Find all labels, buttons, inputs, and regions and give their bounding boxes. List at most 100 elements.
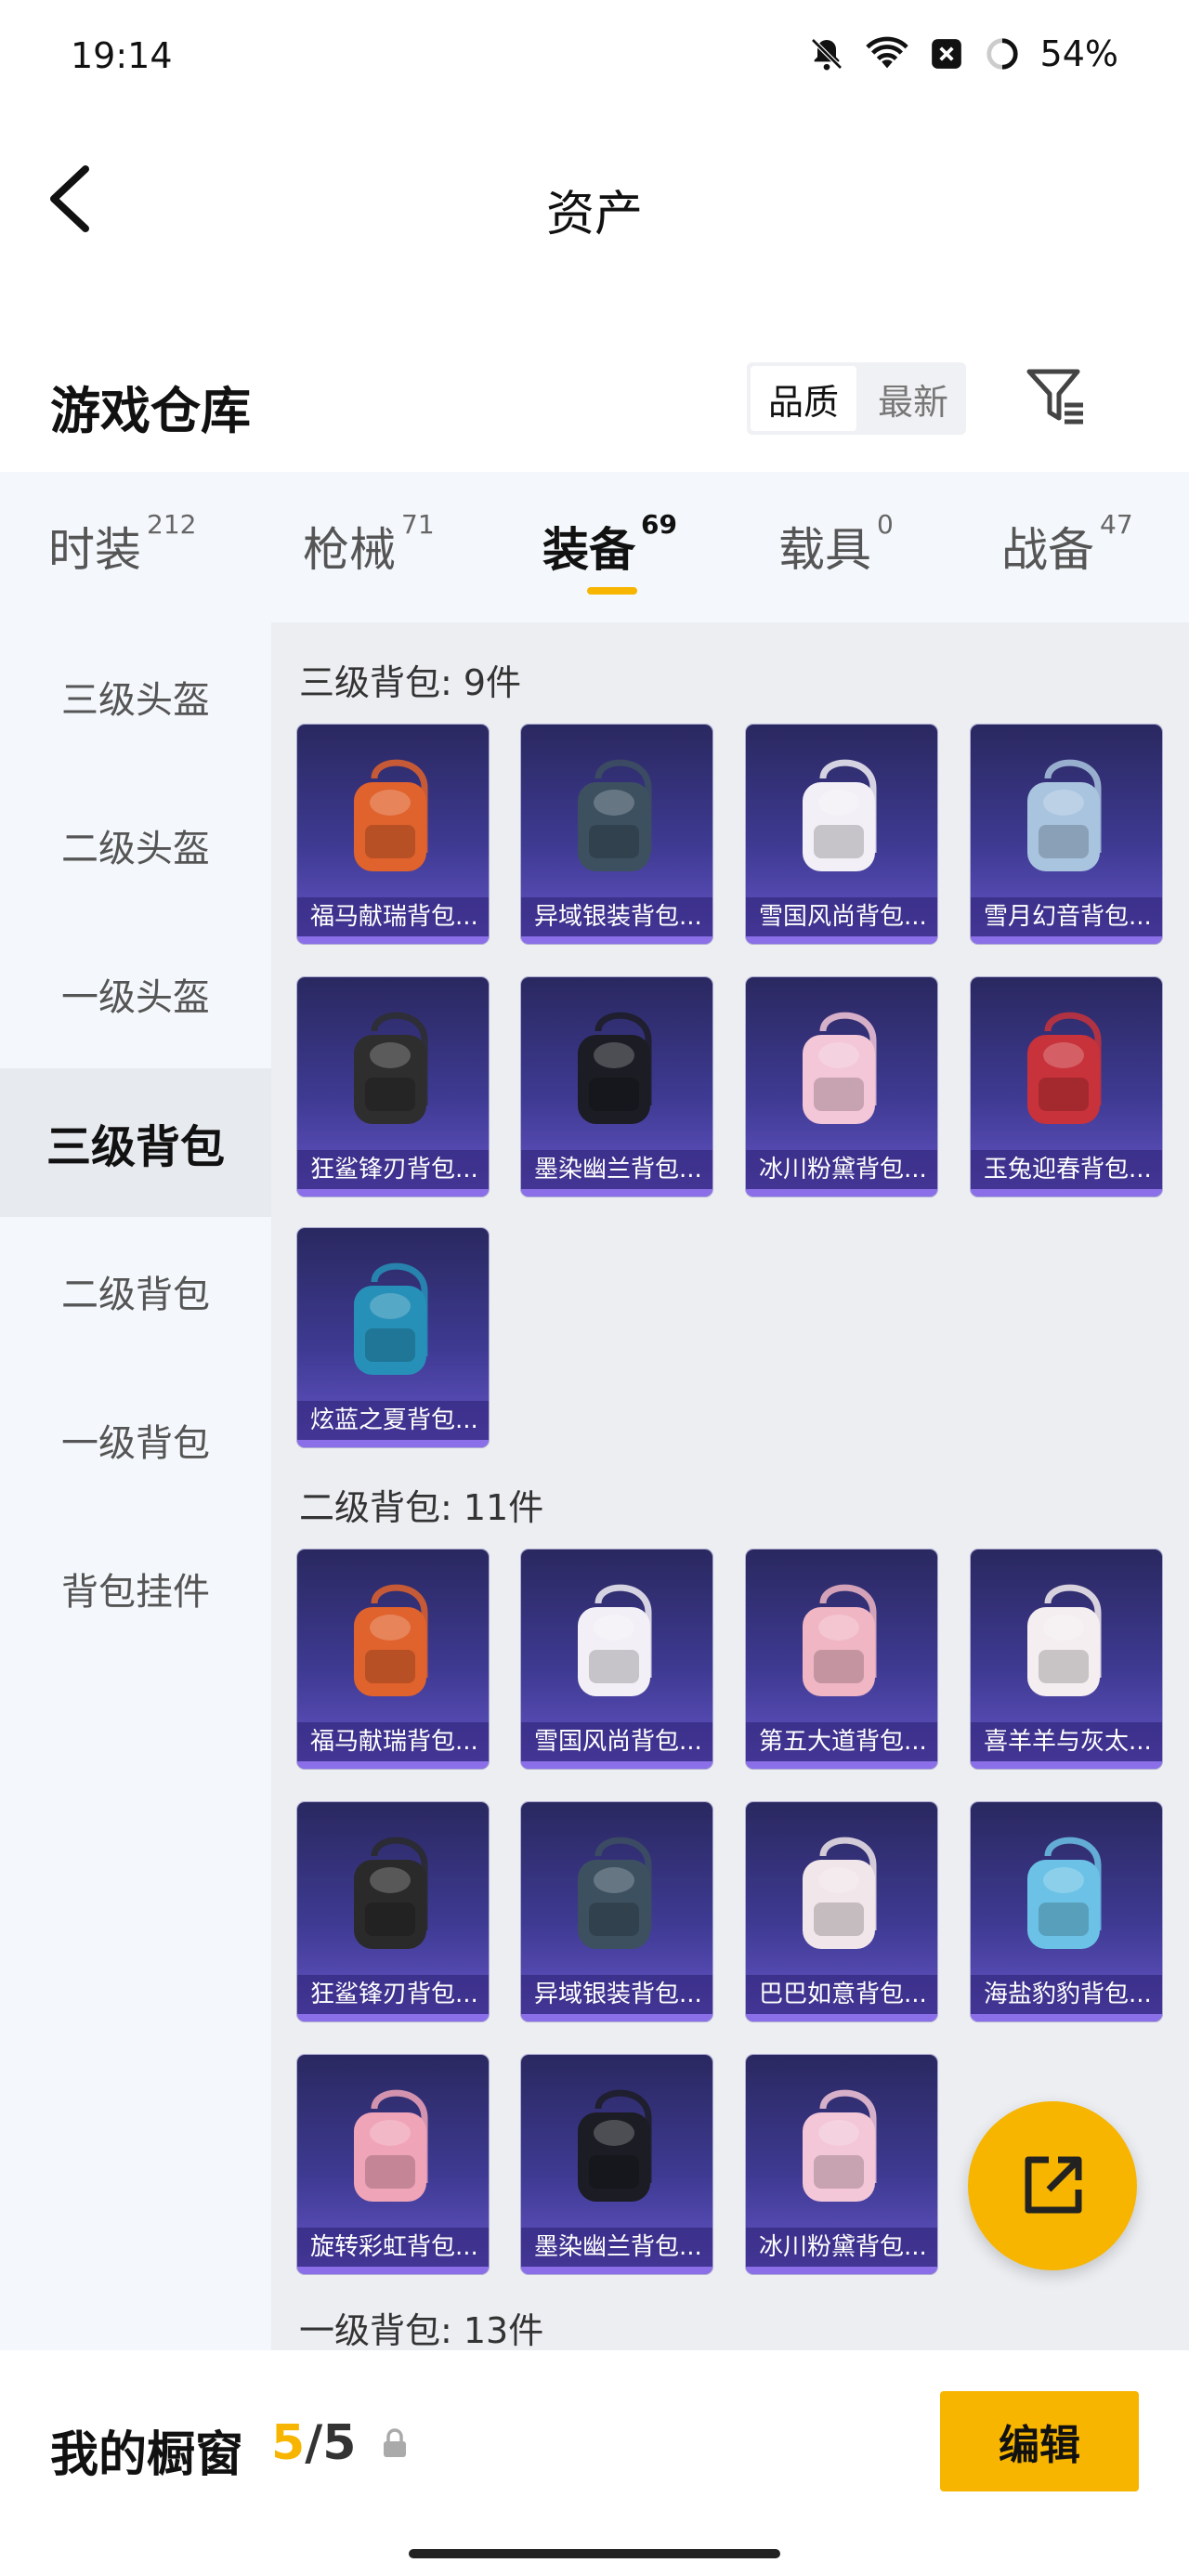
backpack-icon [354,2089,428,2202]
page-title: 资产 [545,187,643,242]
card-rarity-strip [521,936,712,944]
category-tabs: 时装 212 枪械 71 装备 69 载具 0 战备 47 [0,472,1189,622]
backpack-icon [354,1012,428,1124]
card-rarity-strip [971,2014,1162,2021]
backpack-icon [1027,1584,1102,1696]
sort-newest-button[interactable]: 最新 [860,362,966,435]
item-card-label: 喜羊羊与灰太... [971,1722,1162,1761]
item-card-label: 旋转彩虹背包... [297,2228,489,2267]
item-card[interactable]: 冰川粉黛背包... [746,2055,937,2274]
card-rarity-strip [971,1761,1162,1769]
item-card[interactable]: 异域银装背包... [521,725,712,944]
item-card-label: 冰川粉黛背包... [746,2228,937,2267]
sidebar-item-helmet-3[interactable]: 三级头盔 [0,622,271,771]
tab-label: 装备 [542,523,635,577]
card-rarity-strip [297,1189,489,1196]
sidebar-item-backpack-2[interactable]: 二级背包 [0,1217,271,1366]
sidebar-item-backpack-charm[interactable]: 背包挂件 [0,1514,271,1663]
sidebar-item-backpack-3[interactable]: 三级背包 [0,1068,271,1217]
card-rarity-strip [297,936,489,944]
tab-gear[interactable]: 战备 47 [1001,509,1133,580]
card-rarity-strip [521,1189,712,1196]
item-card[interactable]: 福马献瑞背包... [297,725,489,944]
tab-weapons[interactable]: 枪械 71 [303,509,435,580]
tab-label: 载具 [778,523,871,577]
item-card[interactable]: 狂鲨锋刃背包... [297,1802,489,2021]
nav-bar: 资产 [0,130,1189,269]
showcase-count-current: 5 [271,2415,306,2471]
tab-count: 69 [641,509,677,540]
item-card[interactable]: 海盐豹豹背包... [971,1802,1162,2021]
showcase-count: 5/5 [271,2415,356,2471]
item-card[interactable]: 雪国风尚背包... [746,725,937,944]
backpack-icon [578,1012,652,1124]
item-card-label: 海盐豹豹背包... [971,1975,1162,2014]
backpack-icon [803,1012,877,1124]
item-card[interactable]: 福马献瑞背包... [297,1550,489,1769]
battery-icon [931,39,961,69]
backpack-icon [354,1262,428,1375]
item-card-label: 狂鲨锋刃背包... [297,1975,489,2014]
filter-icon[interactable] [1024,364,1089,429]
status-icons: 54% [808,33,1118,74]
section-title: 二级背包: 11件 [299,1487,544,1528]
card-rarity-strip [746,2014,937,2021]
tab-count: 212 [147,509,197,540]
status-time: 19:14 [71,35,173,76]
sort-toggle: 品质 最新 [747,362,966,435]
tab-count: 47 [1100,509,1133,540]
item-card[interactable]: 狂鲨锋刃背包... [297,977,489,1196]
edit-button[interactable]: 编辑 [940,2391,1139,2491]
active-tab-indicator [587,587,637,595]
backpack-icon [1027,1837,1102,1949]
sidebar-item-backpack-1[interactable]: 一级背包 [0,1366,271,1514]
sidebar-item-helmet-1[interactable]: 一级头盔 [0,920,271,1068]
item-card[interactable]: 喜羊羊与灰太... [971,1550,1162,1769]
card-rarity-strip [297,1761,489,1769]
showcase-count-separator: / [305,2415,323,2471]
tab-fashion[interactable]: 时装 212 [48,509,196,580]
item-card-label: 狂鲨锋刃背包... [297,1150,489,1189]
section-title: 三级背包: 9件 [299,662,522,703]
backpack-icon [803,1837,877,1949]
backpack-icon [578,2089,652,2202]
item-card[interactable]: 巴巴如意背包... [746,1802,937,2021]
card-rarity-strip [297,2014,489,2021]
sidebar-item-helmet-2[interactable]: 二级头盔 [0,771,271,920]
showcase-bar: 我的橱窗 5/5 编辑 [0,2350,1189,2576]
backpack-icon [354,1584,428,1696]
bell-off-icon [810,38,843,71]
card-rarity-strip [746,936,937,944]
item-card[interactable]: 玉兔迎春背包... [971,977,1162,1196]
tab-equipment[interactable]: 装备 69 [542,509,677,580]
backpack-icon [803,759,877,871]
item-card[interactable]: 冰川粉黛背包... [746,977,937,1196]
warehouse-title: 游戏仓库 [50,382,251,440]
item-card[interactable]: 第五大道背包... [746,1550,937,1769]
share-button[interactable] [968,2101,1137,2270]
tab-label: 战备 [1001,523,1094,577]
card-rarity-strip [521,2014,712,2021]
item-card-label: 冰川粉黛背包... [746,1150,937,1189]
backpack-icon [803,1584,877,1696]
tab-count: 0 [877,509,894,540]
item-card-label: 第五大道背包... [746,1722,937,1761]
card-rarity-strip [971,1189,1162,1196]
item-card[interactable]: 雪国风尚背包... [521,1550,712,1769]
backpack-icon [1027,759,1102,871]
item-card-label: 异域银装背包... [521,1975,712,2014]
item-card-label: 福马献瑞背包... [297,1722,489,1761]
item-card-label: 雪国风尚背包... [521,1722,712,1761]
sort-quality-button[interactable]: 品质 [751,366,856,431]
item-card[interactable]: 异域银装背包... [521,1802,712,2021]
item-card[interactable]: 雪月幻音背包... [971,725,1162,944]
item-card-label: 异域银装背包... [521,897,712,936]
home-indicator [409,2549,780,2558]
tab-label: 枪械 [303,523,396,577]
item-card[interactable]: 墨染幽兰背包... [521,2055,712,2274]
tab-vehicles[interactable]: 载具 0 [778,509,894,580]
item-card[interactable]: 墨染幽兰背包... [521,977,712,1196]
item-card[interactable]: 炫蓝之夏背包... [297,1228,489,1447]
item-card[interactable]: 旋转彩虹背包... [297,2055,489,2274]
backpack-icon [578,1837,652,1949]
